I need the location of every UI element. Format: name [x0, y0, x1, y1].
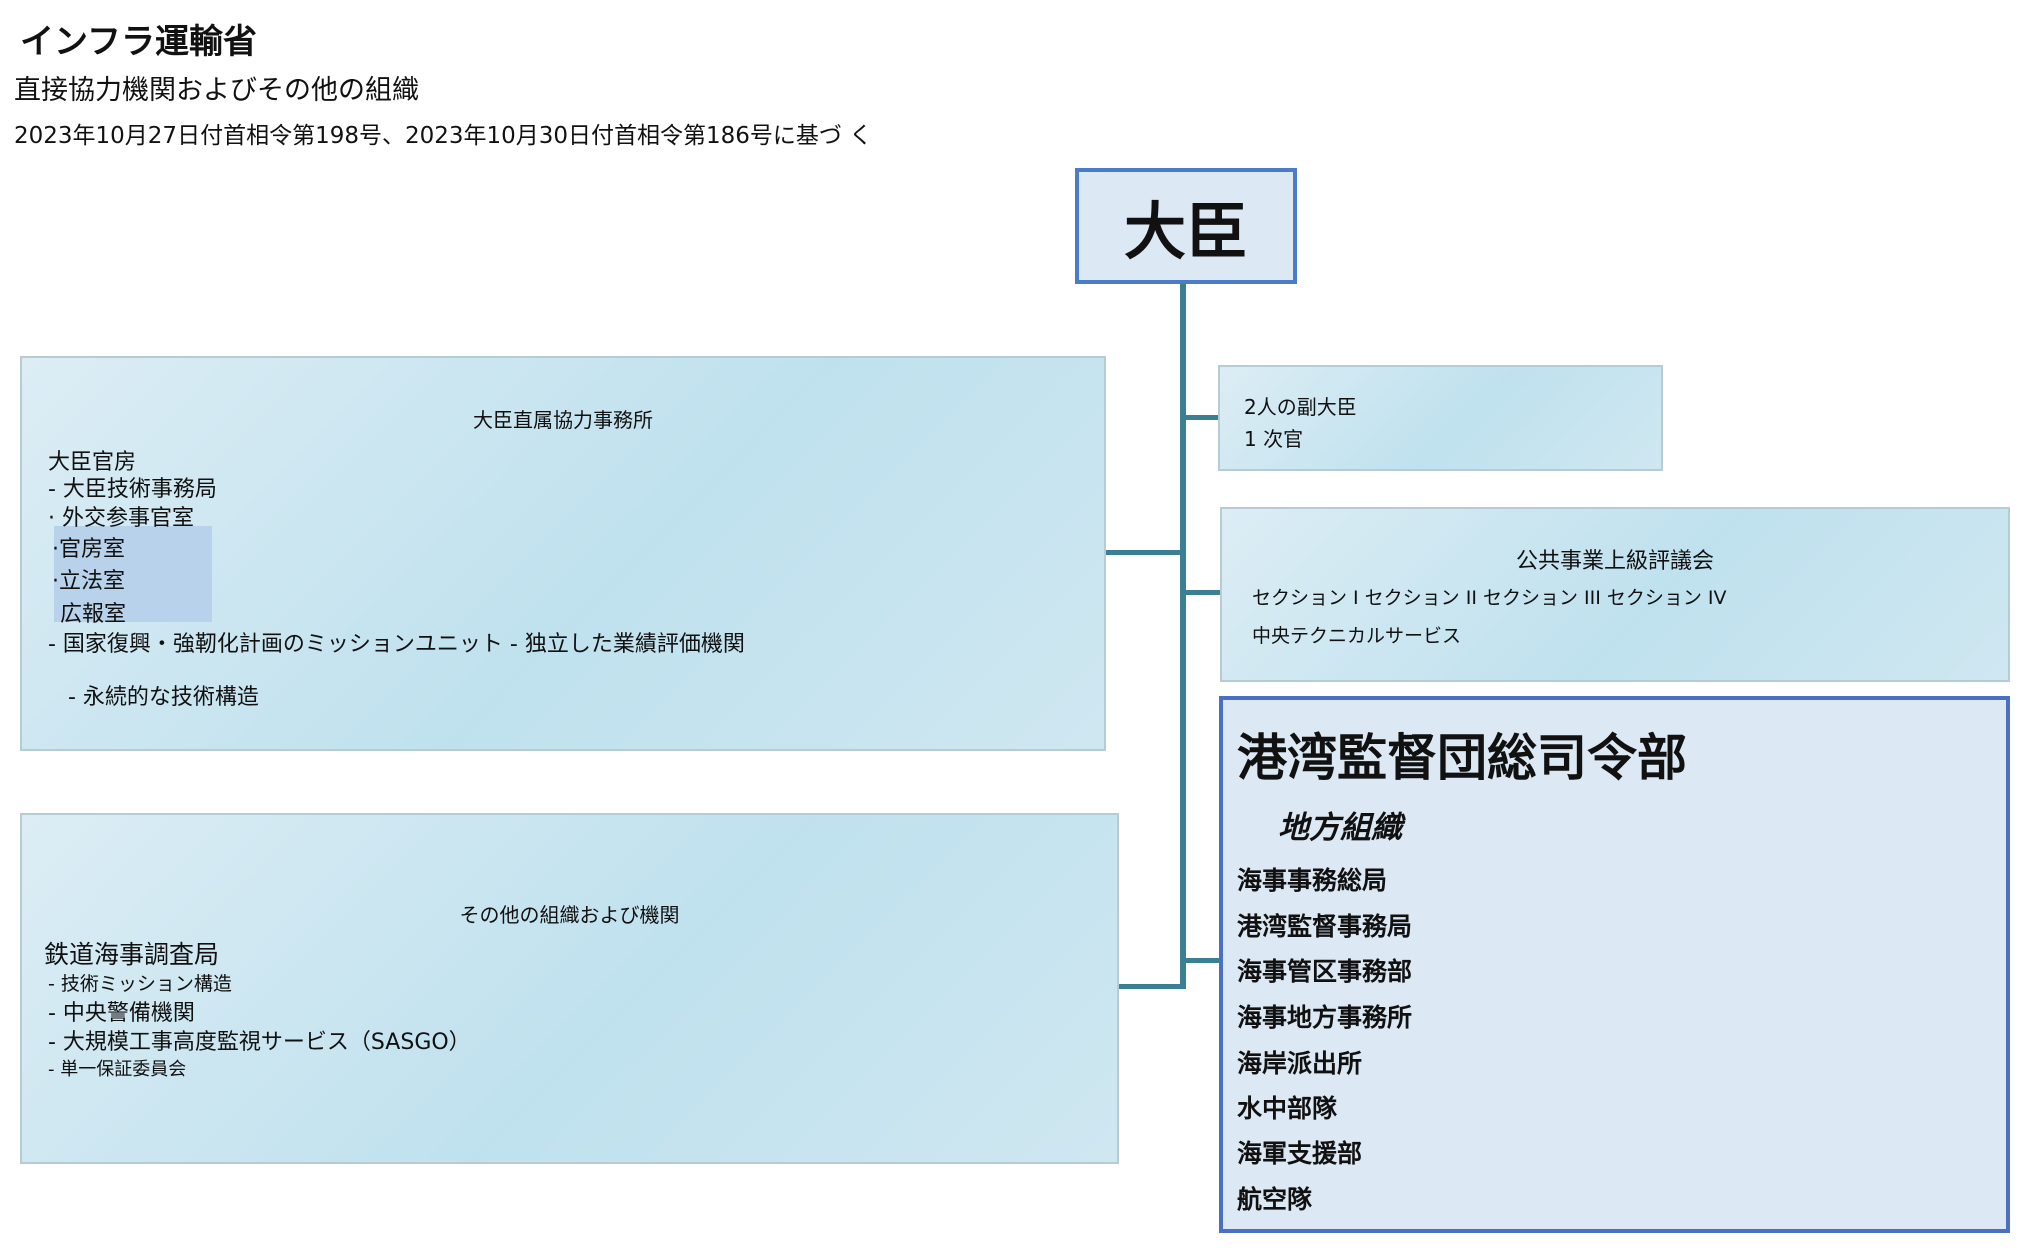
minister-box: 大臣 [1075, 168, 1297, 284]
other-orgs-panel: その他の組織および機関 鉄道海事調査局 - 技術ミッション構造 - 中央警備機関… [20, 813, 1119, 1164]
page-subtitle: 直接協力機関およびその他の組織 [14, 75, 419, 106]
connector-council [1180, 590, 1220, 595]
direct-office-item: - 国家復興・強靭化計画のミッションユニット - 独立した業績評価機関 [48, 632, 745, 657]
decree-note: 2023年10月27日付首相令第198号、2023年10月30日付首相令第186… [14, 123, 873, 149]
council-service: 中央テクニカルサービス [1252, 625, 1462, 647]
other-orgs-item: - 技術ミッション構造 [48, 973, 232, 995]
port-command-item: 航空隊 [1237, 1185, 1313, 1214]
page-title: インフラ運輸省 [20, 22, 257, 62]
direct-office-item: ·立法室 [52, 569, 125, 594]
connector-port-command [1180, 958, 1219, 963]
port-command-item: 海事地方事務所 [1237, 1003, 1413, 1032]
port-command-subtitle: 地方組織 [1278, 810, 1402, 846]
direct-office-item: ·官房室 [52, 537, 125, 562]
direct-office-item: - 大臣技術事務局 [48, 477, 217, 502]
minister-label: 大臣 [1123, 195, 1248, 268]
port-command-panel: 港湾監督団総司令部 地方組織 海事事務総局 港湾監督事務局 海事管区事務部 海事… [1219, 696, 2010, 1233]
council-sections: セクション I セクション II セクション III セクション IV [1252, 587, 1727, 609]
connector-deputies [1180, 415, 1218, 420]
direct-office-item: 広報室 [60, 602, 127, 627]
other-orgs-item: - 大規模工事高度監視サービス（SASGO） [48, 1030, 471, 1055]
other-orgs-title: その他の組織および機関 [459, 903, 680, 927]
direct-office-title: 大臣直属協力事務所 [473, 408, 653, 432]
port-command-item: 港湾監督事務局 [1237, 912, 1413, 941]
direct-office-panel: 大臣直属協力事務所 大臣官房 - 大臣技術事務局 · 外交参事官室 ·官房室 ·… [20, 356, 1106, 751]
port-command-item: 海事管区事務部 [1237, 957, 1413, 986]
deputies-item: 2人の副大臣 [1244, 395, 1357, 419]
trunk-line [1180, 284, 1186, 987]
port-command-item: 水中部隊 [1237, 1094, 1338, 1123]
council-panel: 公共事業上級評議会 セクション I セクション II セクション III セクシ… [1220, 507, 2010, 682]
port-command-item: 海岸派出所 [1237, 1049, 1363, 1078]
other-orgs-item: - 単一保証委員会 [48, 1059, 187, 1080]
other-orgs-item: - 中央警備機関 [48, 1001, 195, 1026]
direct-office-item: - 永続的な技術構造 [68, 685, 259, 710]
direct-office-item: · 外交参事官室 [48, 506, 194, 531]
port-command-item: 海軍支援部 [1237, 1139, 1363, 1168]
council-title: 公共事業上級評議会 [1515, 549, 1714, 574]
port-command-item: 海事事務総局 [1237, 866, 1388, 895]
port-command-title: 港湾監督団総司令部 [1237, 729, 1687, 787]
deputies-item: 1 次官 [1244, 427, 1304, 451]
deputies-panel: 2人の副大臣 1 次官 [1218, 365, 1663, 471]
connector-other-orgs [1119, 984, 1186, 989]
connector-direct-office [1106, 550, 1186, 555]
other-orgs-item: 鉄道海事調査局 [44, 940, 220, 969]
